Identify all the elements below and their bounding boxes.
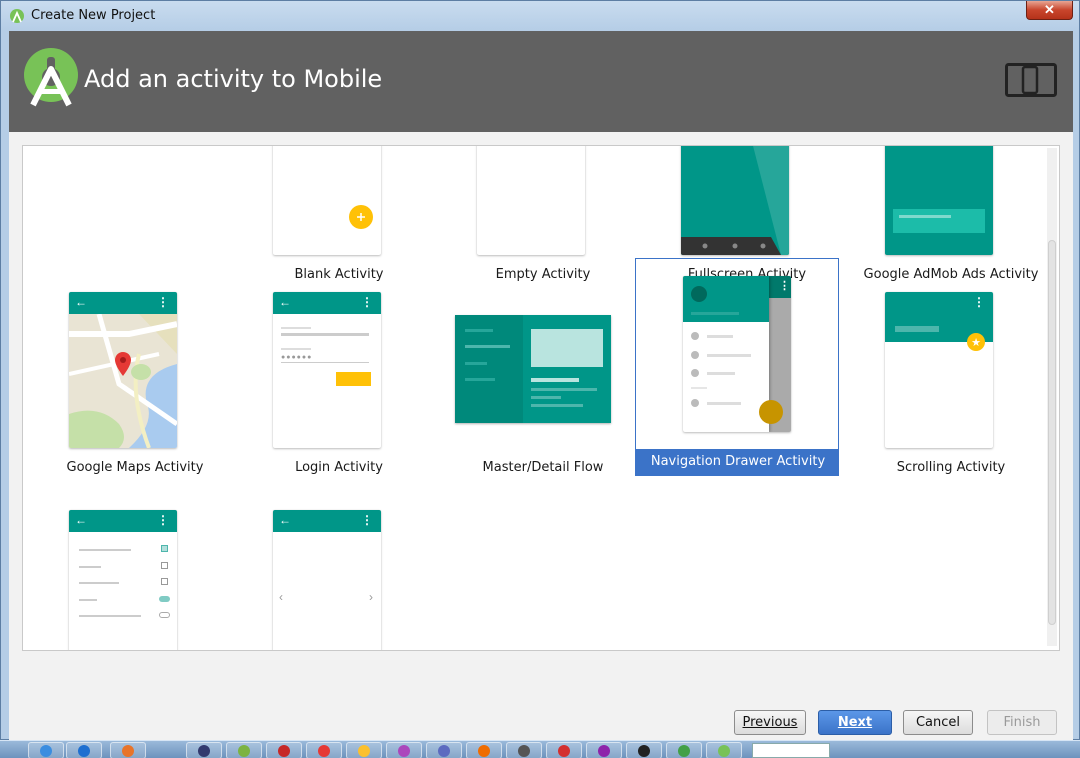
finish-button[interactable]: Finish <box>987 710 1057 735</box>
sign-in-graphic <box>336 372 371 386</box>
cancel-button[interactable]: Cancel <box>903 710 973 735</box>
fab-plus-icon <box>349 205 373 229</box>
overflow-menu-icon: ⋮ <box>779 280 790 292</box>
empty-activity-preview <box>477 146 585 255</box>
taskbar-app-2[interactable] <box>66 742 102 758</box>
tile-settings-activity[interactable]: ← ⋮ <box>33 493 237 650</box>
title-bar[interactable]: Create New Project ✕ <box>1 1 1080 31</box>
android-studio-taskbar-icon[interactable] <box>706 742 742 758</box>
taskbar-app-12[interactable] <box>506 742 542 758</box>
svg-text:★: ★ <box>971 336 981 349</box>
taskbar-app-10[interactable] <box>426 742 462 758</box>
settings-activity-preview: ← ⋮ <box>69 510 177 650</box>
input-method-box[interactable] <box>752 743 830 758</box>
activity-gallery: Blank Activity Empty Activity Fullscreen <box>22 145 1060 651</box>
fab-plus-icon <box>759 400 783 424</box>
tile-label: Scrolling Activity <box>896 460 1006 475</box>
map-pin-icon <box>115 352 131 376</box>
fullscreen-activity-preview <box>681 146 789 255</box>
overflow-menu-icon: ⋮ <box>361 513 373 527</box>
back-arrow-icon: ← <box>279 295 291 309</box>
tile-master-detail-flow[interactable]: Master/Detail Flow <box>441 275 645 493</box>
taskbar-app-4[interactable] <box>186 742 222 758</box>
app-bar: ← ⋮ <box>273 510 381 532</box>
android-studio-icon <box>10 9 24 23</box>
taskbar-app-6[interactable] <box>266 742 302 758</box>
wizard-client-area: Add an activity to Mobile Blank Activity <box>9 31 1073 741</box>
back-arrow-icon: ← <box>75 513 87 527</box>
device-icon <box>1005 63 1057 97</box>
close-button[interactable]: ✕ <box>1026 1 1073 20</box>
blank-activity-preview <box>273 146 381 255</box>
chrome-taskbar-icon[interactable] <box>306 742 342 758</box>
tile-label: Google Maps Activity <box>66 460 204 475</box>
taskbar-app-13[interactable] <box>546 742 582 758</box>
overflow-menu-icon: ⋮ <box>973 295 985 309</box>
app-bar: ← ⋮ <box>69 510 177 532</box>
taskbar-app-1[interactable] <box>28 742 64 758</box>
vertical-scrollbar[interactable] <box>1047 148 1057 646</box>
navigation-drawer-preview: ⋮ <box>683 276 791 432</box>
scrollbar-thumb[interactable] <box>1048 240 1056 625</box>
window-title: Create New Project <box>31 8 156 23</box>
tile-label: Login Activity <box>295 460 383 475</box>
taskbar-app-15[interactable] <box>626 742 662 758</box>
ad-banner <box>893 209 985 233</box>
overflow-menu-icon: ⋮ <box>361 295 373 309</box>
tile-navigation-drawer-activity[interactable]: ⋮ Navigation Drawer Activity <box>635 258 839 476</box>
fullscreen-graphic <box>681 146 789 255</box>
next-label: Next <box>837 715 873 730</box>
tile-tabbed-activity[interactable]: ← ⋮ ‹ › <box>237 493 441 650</box>
taskbar-app-3[interactable] <box>110 742 146 758</box>
back-arrow-icon: ← <box>279 513 291 527</box>
overflow-menu-icon: ⋮ <box>157 295 169 309</box>
map-graphic <box>69 314 177 448</box>
taskbar <box>0 740 1080 758</box>
create-project-window: Create New Project ✕ Add an activity to … <box>0 0 1080 741</box>
taskbar-app-14[interactable] <box>586 742 622 758</box>
taskbar-app-5[interactable] <box>226 742 262 758</box>
back-arrow-icon: ← <box>75 295 87 309</box>
taskbar-app-11[interactable] <box>466 742 502 758</box>
tile-label: Navigation Drawer Activity <box>650 454 826 469</box>
admob-activity-preview <box>885 146 993 255</box>
overflow-menu-icon: ⋮ <box>157 513 169 527</box>
master-detail-preview <box>455 315 611 423</box>
taskbar-app-9[interactable] <box>386 742 422 758</box>
drawer-panel <box>683 276 769 432</box>
previous-label: Previous <box>742 715 798 730</box>
tabbed-activity-preview: ← ⋮ ‹ › <box>273 510 381 650</box>
app-bar: ← ⋮ <box>69 292 177 314</box>
android-studio-logo-icon <box>24 48 78 107</box>
chevron-left-icon: ‹ <box>279 590 283 604</box>
tile-scrolling-activity[interactable]: ⋮ ★ Scrolling Activity <box>849 275 1053 493</box>
tile-login-activity[interactable]: ← ⋮ ●●●●●● Login Activity <box>237 275 441 493</box>
page-title: Add an activity to Mobile <box>84 65 383 93</box>
previous-button[interactable]: Previous <box>734 710 806 735</box>
wizard-header: Add an activity to Mobile <box>9 31 1073 132</box>
app-bar: ← ⋮ <box>273 292 381 314</box>
tile-label: Master/Detail Flow <box>482 460 604 475</box>
star-icon: ★ <box>967 333 985 351</box>
maps-activity-preview: ← ⋮ <box>69 292 177 448</box>
tile-maps-activity[interactable]: ← ⋮ Google Maps Activity <box>33 275 237 493</box>
scrolling-activity-preview: ⋮ ★ <box>885 292 993 448</box>
chevron-right-icon: › <box>369 590 373 604</box>
taskbar-app-16[interactable] <box>666 742 702 758</box>
login-activity-preview: ← ⋮ ●●●●●● <box>273 292 381 448</box>
next-button[interactable]: Next <box>818 710 892 735</box>
taskbar-app-8[interactable] <box>346 742 382 758</box>
